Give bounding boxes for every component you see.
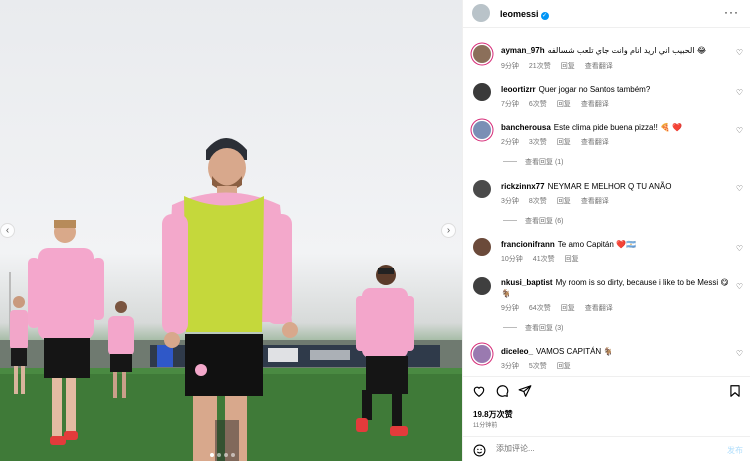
comment-meta: 3分钟 5次赞 回复: [501, 361, 581, 371]
emoji-icon[interactable]: [473, 444, 486, 457]
carousel-dot: [210, 453, 214, 457]
comment-likes[interactable]: 64次赞: [529, 305, 551, 312]
comment-time: 9分钟: [501, 305, 519, 312]
avatar[interactable]: [473, 238, 491, 256]
avatar[interactable]: [473, 277, 491, 295]
comment-body: VAMOS CAPITÁN 🐐: [536, 347, 614, 356]
add-comment-bar: 发布: [463, 436, 750, 461]
likes-count[interactable]: 19.8万次赞: [473, 409, 513, 420]
comment-meta: 10分钟 41次赞 回复: [501, 254, 589, 264]
action-bar: [463, 376, 750, 404]
chevron-left-icon[interactable]: ‹: [0, 223, 15, 238]
translate-button[interactable]: 查看翻译: [581, 139, 609, 146]
avatar[interactable]: [473, 121, 491, 139]
comment-text: francionifrann Te amo Capitán ❤️🇦🇷: [501, 239, 731, 250]
comment-meta: 9分钟 21次赞 回复 查看翻译: [501, 61, 623, 71]
post-header: leomessi ✓ ···: [463, 0, 750, 28]
heart-icon[interactable]: ♡: [736, 48, 743, 57]
share-icon[interactable]: [518, 384, 532, 398]
heart-icon[interactable]: ♡: [736, 184, 743, 193]
reply-button[interactable]: 回复: [557, 363, 571, 370]
carousel-dots: [210, 453, 235, 457]
comment-body: Este clima pide buena pizza!! 🍕 ❤️: [553, 123, 683, 132]
post-comment-button[interactable]: 发布: [727, 445, 743, 456]
avatar[interactable]: [472, 4, 490, 22]
avatar[interactable]: [473, 345, 491, 363]
reply-button[interactable]: 回复: [557, 139, 571, 146]
comment-time: 2分钟: [501, 139, 519, 146]
post-panel: leomessi ✓ ··· ayman_97h الحبيب اني اريد ا…: [462, 0, 750, 461]
comment-username[interactable]: diceleo_: [501, 347, 533, 356]
reply-button[interactable]: 回复: [557, 198, 571, 205]
comment-username[interactable]: bancherousa: [501, 123, 551, 132]
comment-meta: 7分钟 6次赞 回复 查看翻译: [501, 99, 619, 109]
view-replies-button[interactable]: 查看回复 (6): [503, 216, 564, 226]
avatar[interactable]: [473, 180, 491, 198]
translate-button[interactable]: 查看翻译: [581, 198, 609, 205]
comment-username[interactable]: leoortizrr: [501, 85, 536, 94]
comment-icon[interactable]: [495, 384, 509, 398]
avatar[interactable]: [473, 83, 491, 101]
comment-body: NEYMAR E MELHOR Q TU ANÃO: [547, 182, 672, 191]
comment-likes[interactable]: 41次赞: [533, 256, 555, 263]
comment-meta: 2分钟 3次赞 回复 查看翻译: [501, 137, 619, 147]
heart-icon[interactable]: ♡: [736, 349, 743, 358]
comment-meta: 9分钟 64次赞 回复 查看翻译: [501, 303, 623, 313]
translate-button[interactable]: 查看翻译: [585, 63, 613, 70]
comment-text: leoortizrr Quer jogar no Santos também?: [501, 84, 731, 95]
comment-username[interactable]: nkusi_baptist: [501, 278, 553, 287]
comment-text: bancherousa Este clima pide buena pizza!!…: [501, 122, 731, 133]
comment-time: 9分钟: [501, 63, 519, 70]
comment-text: rickzinnx77 NEYMAR E MELHOR Q TU ANÃO: [501, 181, 731, 192]
comment-likes[interactable]: 21次赞: [529, 63, 551, 70]
comment-username[interactable]: rickzinnx77: [501, 182, 545, 191]
comment-input[interactable]: [496, 444, 696, 453]
comment-meta: 3分钟 8次赞 回复 查看翻译: [501, 196, 619, 206]
author-username[interactable]: leomessi ✓: [500, 9, 549, 20]
author-username-label: leomessi: [500, 9, 539, 19]
comment-time: 10分钟: [501, 256, 523, 263]
heart-icon[interactable]: ♡: [736, 282, 743, 291]
comment-time: 3分钟: [501, 363, 519, 370]
heart-icon[interactable]: ♡: [736, 244, 743, 253]
comment-likes[interactable]: 6次赞: [529, 101, 547, 108]
avatar[interactable]: [473, 45, 491, 63]
heart-icon[interactable]: [472, 384, 486, 398]
comment-username[interactable]: ayman_97h: [501, 46, 545, 55]
comment-time: 3分钟: [501, 198, 519, 205]
comment-body: الحبيب اني اريد انام وانت جاي تلعب شسالف…: [547, 46, 707, 55]
chevron-right-icon[interactable]: ›: [441, 223, 456, 238]
comment-text: diceleo_ VAMOS CAPITÁN 🐐: [501, 346, 731, 357]
carousel-dot: [231, 453, 235, 457]
comment-body: Te amo Capitán ❤️🇦🇷: [557, 240, 636, 249]
heart-icon[interactable]: ♡: [736, 88, 743, 97]
comment-likes[interactable]: 5次赞: [529, 363, 547, 370]
comment-username[interactable]: francionifrann: [501, 240, 555, 249]
reply-button[interactable]: 回复: [561, 63, 575, 70]
verified-icon: ✓: [540, 12, 549, 20]
reply-button[interactable]: 回复: [557, 101, 571, 108]
heart-icon[interactable]: ♡: [736, 126, 743, 135]
translate-button[interactable]: 查看翻译: [581, 101, 609, 108]
view-replies-button[interactable]: 查看回复 (1): [503, 157, 564, 167]
carousel-dot: [217, 453, 221, 457]
comment-time: 7分钟: [501, 101, 519, 108]
post-photo: ‹ ›: [0, 0, 462, 461]
comment-text: ayman_97h الحبيب اني اريد انام وانت جاي ت…: [501, 45, 731, 56]
comment-likes[interactable]: 8次赞: [529, 198, 547, 205]
carousel-dot: [224, 453, 228, 457]
photo-scene: [0, 138, 462, 461]
comment-text: nkusi_baptist My room is so dirty, becaus…: [501, 277, 731, 299]
bookmark-icon[interactable]: [728, 384, 742, 398]
more-icon[interactable]: ···: [724, 5, 739, 19]
comment-likes[interactable]: 3次赞: [529, 139, 547, 146]
comment-body: Quer jogar no Santos também?: [538, 85, 651, 94]
post-time: 11分钟前: [473, 423, 498, 429]
translate-button[interactable]: 查看翻译: [585, 305, 613, 312]
reply-button[interactable]: 回复: [565, 256, 579, 263]
reply-button[interactable]: 回复: [561, 305, 575, 312]
view-replies-button[interactable]: 查看回复 (3): [503, 323, 564, 333]
